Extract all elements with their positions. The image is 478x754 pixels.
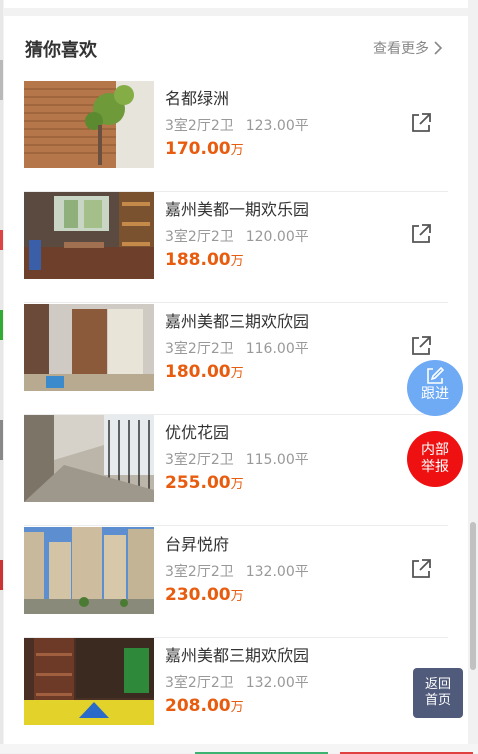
listing-specs: 3室2厅2卫 120.00平 bbox=[165, 226, 309, 246]
listing-name: 名都绿洲 bbox=[165, 89, 230, 108]
price-unit: 万 bbox=[230, 143, 244, 158]
listing-name: 嘉州美都三期欢欣园 bbox=[165, 646, 310, 665]
listing-item[interactable]: 嘉州美都三期欢欣园 3室2厅2卫 116.00平 180.00万 bbox=[24, 304, 448, 415]
listing-photo bbox=[24, 81, 154, 168]
share-external-icon[interactable] bbox=[409, 334, 433, 358]
listing-area: 123.00平 bbox=[245, 118, 309, 134]
listing-specs: 3室2厅2卫 116.00平 bbox=[165, 338, 309, 358]
price-value: 208.00 bbox=[165, 696, 231, 716]
listing-item[interactable]: 嘉州美都三期欢欣园 3室2厅2卫 132.00平 208.00万 bbox=[24, 638, 448, 748]
listing-specs: 3室2厅2卫 132.00平 bbox=[165, 672, 309, 692]
listing-photo bbox=[24, 304, 154, 391]
scrollbar-track[interactable] bbox=[468, 0, 478, 753]
view-more-link[interactable]: 查看更多 bbox=[373, 38, 443, 58]
listing-photo bbox=[24, 638, 154, 725]
listing-area: 120.00平 bbox=[245, 229, 309, 245]
home-label-line2: 首页 bbox=[424, 693, 451, 708]
follow-up-button[interactable]: 跟进 bbox=[407, 360, 463, 416]
edit-icon bbox=[427, 366, 445, 384]
back-to-home-button[interactable]: 返回 首页 bbox=[413, 668, 463, 718]
listing-photo bbox=[24, 527, 154, 614]
listing-area: 115.00平 bbox=[245, 452, 309, 468]
listing-specs: 3室2厅2卫 123.00平 bbox=[165, 115, 309, 135]
scrollbar-thumb[interactable] bbox=[470, 522, 476, 670]
listing-name: 嘉州美都一期欢乐园 bbox=[165, 200, 310, 219]
home-label-line1: 返回 bbox=[424, 677, 451, 692]
internal-report-button[interactable]: 内部 举报 bbox=[407, 431, 463, 487]
bottom-action-bar bbox=[0, 744, 478, 754]
chevron-right-icon bbox=[434, 41, 443, 55]
listing-layout: 3室2厅2卫 bbox=[165, 675, 234, 691]
price-unit: 万 bbox=[230, 254, 244, 269]
price-value: 170.00 bbox=[165, 139, 231, 159]
listing-specs: 3室2厅2卫 115.00平 bbox=[165, 449, 309, 469]
price-unit: 万 bbox=[230, 477, 244, 492]
listing-price: 255.00万 bbox=[165, 473, 244, 493]
listing-price: 180.00万 bbox=[165, 362, 244, 382]
listing-layout: 3室2厅2卫 bbox=[165, 118, 234, 134]
listing-item[interactable]: 名都绿洲 3室2厅2卫 123.00平 170.00万 bbox=[24, 81, 448, 192]
share-external-icon[interactable] bbox=[409, 222, 433, 246]
recommend-card: 猜你喜欢 查看更多 名都绿洲 3室2厅2卫 123.00平 170.00万 嘉州… bbox=[4, 16, 468, 753]
listing-name: 嘉州美都三期欢欣园 bbox=[165, 312, 310, 331]
follow-up-label: 跟进 bbox=[421, 386, 449, 402]
report-label-line2: 举报 bbox=[421, 459, 449, 475]
price-unit: 万 bbox=[230, 589, 244, 604]
view-more-label: 查看更多 bbox=[373, 41, 429, 57]
listing-area: 132.00平 bbox=[245, 675, 309, 691]
price-value: 188.00 bbox=[165, 250, 231, 270]
listing-layout: 3室2厅2卫 bbox=[165, 229, 234, 245]
previous-card-edge bbox=[4, 0, 468, 8]
listing-item[interactable]: 台昇悦府 3室2厅2卫 132.00平 230.00万 bbox=[24, 527, 448, 638]
price-value: 230.00 bbox=[165, 585, 231, 605]
listing-name: 优优花园 bbox=[165, 423, 230, 442]
price-value: 255.00 bbox=[165, 473, 231, 493]
listing-name: 台昇悦府 bbox=[165, 535, 230, 554]
share-external-icon[interactable] bbox=[409, 111, 433, 135]
listing-photo bbox=[24, 192, 154, 279]
listing-price: 230.00万 bbox=[165, 585, 244, 605]
listing-area: 116.00平 bbox=[245, 341, 309, 357]
listing-price: 208.00万 bbox=[165, 696, 244, 716]
price-value: 180.00 bbox=[165, 362, 231, 382]
listing-price: 188.00万 bbox=[165, 250, 244, 270]
listing-photo bbox=[24, 415, 154, 502]
listing-layout: 3室2厅2卫 bbox=[165, 452, 234, 468]
listing-item[interactable]: 优优花园 3室2厅2卫 115.00平 255.00万 bbox=[24, 415, 448, 526]
left-edge-strip bbox=[0, 0, 3, 753]
listing-specs: 3室2厅2卫 132.00平 bbox=[165, 561, 309, 581]
listing-item[interactable]: 嘉州美都一期欢乐园 3室2厅2卫 120.00平 188.00万 bbox=[24, 192, 448, 303]
listing-layout: 3室2厅2卫 bbox=[165, 341, 234, 357]
report-label-line1: 内部 bbox=[421, 442, 449, 458]
share-external-icon[interactable] bbox=[409, 557, 433, 581]
listing-area: 132.00平 bbox=[245, 564, 309, 580]
price-unit: 万 bbox=[230, 366, 244, 381]
listing-layout: 3室2厅2卫 bbox=[165, 564, 234, 580]
listing-price: 170.00万 bbox=[165, 139, 244, 159]
price-unit: 万 bbox=[230, 700, 244, 715]
section-title: 猜你喜欢 bbox=[25, 40, 97, 61]
